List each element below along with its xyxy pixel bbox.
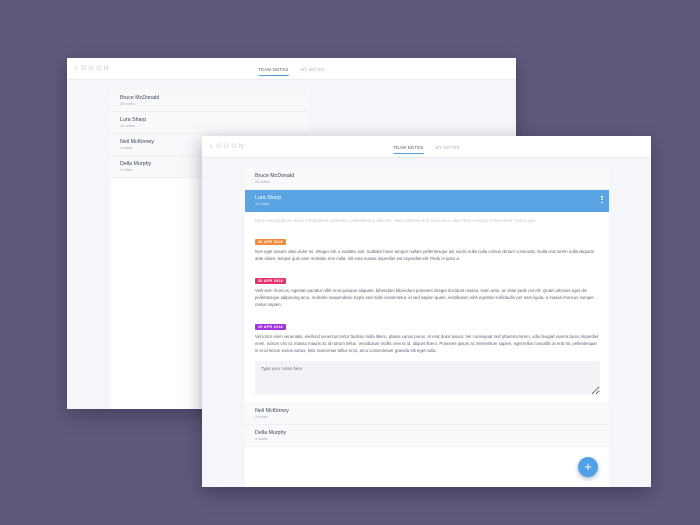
note-text: Velit sem rhoncus, egestas pariatur nibh… [255,288,594,308]
user-name: Bruce McDonald [255,173,295,179]
add-note-button[interactable]: + [578,457,598,477]
note-count: 25 notes [255,180,270,184]
top-bar: LOGON TEAM NOTES MY NOTES [67,58,516,80]
note-count: 3 notes [255,437,268,442]
user-list: Bruce McDonald 25 notes Lura Sharp 10 no… [245,168,609,487]
user-name: Bruce McDonald [120,95,160,101]
date-badge: 25 APR 2018 [255,277,286,285]
tab-bar: TEAM NOTES MY NOTES [393,136,459,158]
front-window: LOGON TEAM NOTES MY NOTES Bruce McDonald… [202,136,651,487]
logo: LOGON [210,143,246,150]
top-bar: LOGON TEAM NOTES MY NOTES [202,136,651,158]
date-badge: 25 APR 2018 [255,323,286,331]
note-item: 25 APR 2018 Vel tortor enim venenatis, e… [255,315,599,355]
notes-panel: Eget consequat mi, tellus ellicitudinem … [245,212,609,404]
tab-bar: TEAM NOTES MY NOTES [258,58,324,80]
date-badge: 20 APR 2018 [255,238,286,246]
user-name: Lura Sharp [255,195,282,201]
tab-my-notes[interactable]: MY NOTES [301,58,325,80]
note-text: Vel tortor enim venenatis, eleifend sene… [255,334,599,354]
user-row-lura[interactable]: Lura Sharp 10 notes [110,112,310,134]
logo: LOGON [75,65,111,72]
note-item: 20 APR 2018 Non eget mauris vitae dolor … [255,230,599,263]
note-count: 10 notes [255,202,270,206]
tab-my-notes[interactable]: MY NOTES [436,136,460,158]
user-name: Neil McKinney [255,408,289,415]
note-text: Non eget mauris vitae dolor mi. Integer … [255,249,595,262]
more-options-icon[interactable] [601,196,603,204]
user-name: Della Murphy [255,430,287,437]
user-row-lura-selected[interactable]: Lura Sharp 10 notes [245,190,609,212]
note-count: 10 notes [120,124,135,128]
note-count: 4 notes [255,415,268,420]
user-name: Lura Sharp [120,117,147,123]
tab-team-notes[interactable]: TEAM NOTES [258,58,289,80]
note-input[interactable] [255,361,600,396]
user-row-della[interactable]: Della Murphy 3 notes [245,425,609,448]
notes-preview: Eget consequat mi, tellus ellicitudinem … [255,218,537,223]
user-row-neil[interactable]: Neil McKinney 4 notes [245,403,609,426]
note-count: 25 notes [120,102,135,106]
user-row-bruce[interactable]: Bruce McDonald 25 notes [110,90,310,112]
note-item: 25 APR 2018 Velit sem rhoncus, egestas p… [255,269,599,309]
tab-team-notes[interactable]: TEAM NOTES [393,136,424,158]
user-row-bruce[interactable]: Bruce McDonald 25 notes [245,168,609,190]
